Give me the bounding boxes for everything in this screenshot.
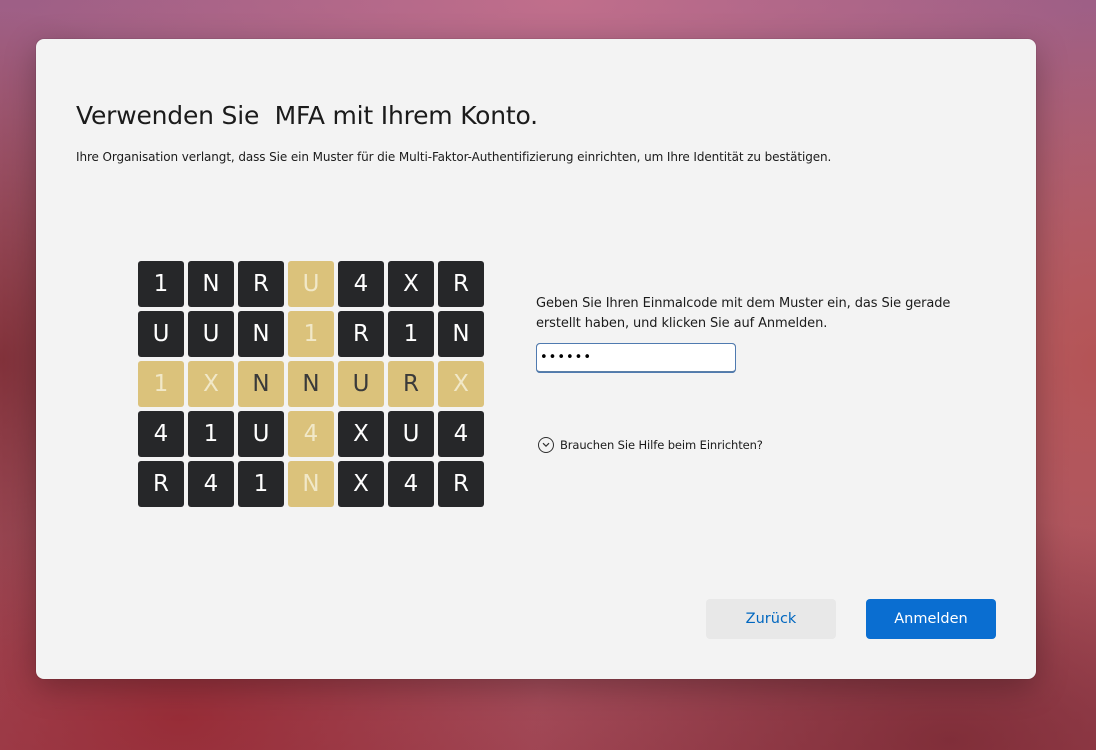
pattern-cell: R	[138, 461, 184, 507]
back-button[interactable]: Zurück	[706, 599, 836, 639]
pattern-cell: X	[188, 361, 234, 407]
pattern-cell: R	[438, 261, 484, 307]
pattern-cell: X	[438, 361, 484, 407]
pattern-cell: U	[388, 411, 434, 457]
pattern-cell: 1	[388, 311, 434, 357]
pattern-cell: R	[388, 361, 434, 407]
setup-help-toggle[interactable]: Brauchen Sie Hilfe beim Einrichten?	[538, 437, 763, 453]
pattern-cell: U	[338, 361, 384, 407]
pattern-cell: R	[338, 311, 384, 357]
pattern-cell: 4	[438, 411, 484, 457]
pattern-cell: N	[238, 311, 284, 357]
pattern-cell: X	[388, 261, 434, 307]
pattern-cell: 4	[188, 461, 234, 507]
pattern-cell: N	[238, 361, 284, 407]
pattern-cell: 4	[288, 411, 334, 457]
chevron-down-circle-icon	[538, 437, 554, 453]
one-time-code-input[interactable]	[536, 343, 736, 373]
code-instructions: Geben Sie Ihren Einmalcode mit dem Muste…	[536, 296, 951, 331]
mfa-setup-dialog: Verwenden Sie MFA mit Ihrem Konto. Ihre …	[36, 39, 1036, 679]
pattern-cell: U	[138, 311, 184, 357]
pattern-cell: U	[288, 261, 334, 307]
pattern-cell: 1	[288, 311, 334, 357]
pattern-cell: R	[238, 261, 284, 307]
pattern-cell: N	[288, 461, 334, 507]
pattern-cell: 1	[138, 261, 184, 307]
pattern-cell: N	[288, 361, 334, 407]
pattern-cell: N	[438, 311, 484, 357]
pattern-cell: 4	[138, 411, 184, 457]
pattern-cell: U	[238, 411, 284, 457]
pattern-cell: 4	[388, 461, 434, 507]
dialog-title: Verwenden Sie MFA mit Ihrem Konto.	[76, 101, 538, 130]
pattern-cell: R	[438, 461, 484, 507]
pattern-cell: X	[338, 461, 384, 507]
pattern-cell: 1	[188, 411, 234, 457]
pattern-grid: 1NRU4XRUUN1R1N1XNNURX41U4XU4R41NX4R	[138, 261, 484, 507]
pattern-cell: N	[188, 261, 234, 307]
pattern-cell: 1	[138, 361, 184, 407]
pattern-cell: X	[338, 411, 384, 457]
pattern-cell: 4	[338, 261, 384, 307]
setup-help-label: Brauchen Sie Hilfe beim Einrichten?	[560, 438, 763, 452]
pattern-cell: 1	[238, 461, 284, 507]
signin-button[interactable]: Anmelden	[866, 599, 996, 639]
dialog-subtitle: Ihre Organisation verlangt, dass Sie ein…	[76, 150, 832, 164]
pattern-cell: U	[188, 311, 234, 357]
